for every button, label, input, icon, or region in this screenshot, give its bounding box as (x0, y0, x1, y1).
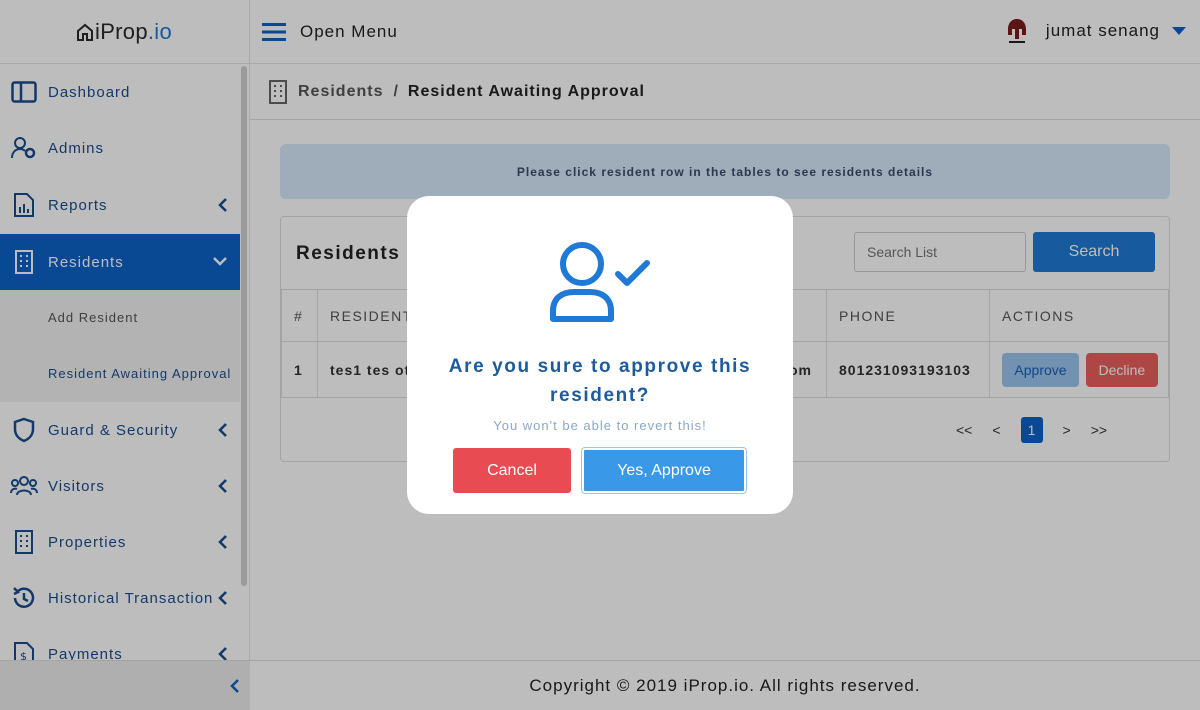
dialog-question: Are you sure to approve this resident? (448, 356, 752, 406)
cancel-button[interactable]: Cancel (453, 448, 571, 493)
dialog-subtext: You won't be able to revert this! (493, 418, 707, 433)
confirm-approve-button[interactable]: Yes, Approve (581, 447, 747, 494)
confirm-approve-dialog: Are you sure to approve this resident? Y… (407, 196, 793, 514)
user-check-icon (550, 242, 650, 322)
